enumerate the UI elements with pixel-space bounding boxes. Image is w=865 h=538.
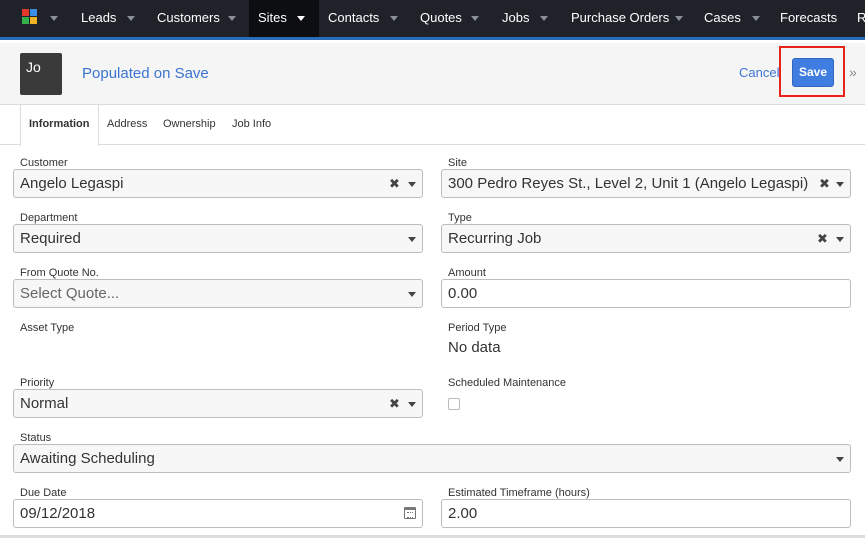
record-header: Jo Populated on Save Cancel Save » (0, 43, 865, 105)
due-date-input[interactable]: 09/12/2018 (13, 499, 423, 528)
period-type-label: Period Type (448, 322, 507, 334)
chevron-down-icon[interactable] (127, 16, 135, 21)
estimated-timeframe-value: 2.00 (448, 505, 478, 522)
status-value: Awaiting Scheduling (20, 450, 155, 467)
chevron-down-icon[interactable] (471, 16, 479, 21)
clear-icon[interactable]: ✖ (817, 170, 832, 197)
avatar: Jo (20, 53, 62, 95)
dropdown-arrow-icon[interactable] (836, 237, 844, 242)
from-quote-select[interactable]: Select Quote... (13, 279, 423, 308)
type-label: Type (448, 212, 472, 224)
scheduled-maintenance-checkbox[interactable] (448, 398, 460, 410)
nav-item-forecasts[interactable]: Forecasts (780, 0, 837, 37)
period-type-value: No data (448, 339, 501, 356)
save-button[interactable]: Save (792, 58, 834, 87)
clear-icon[interactable]: ✖ (389, 390, 400, 417)
tab-ownership[interactable]: Ownership (163, 105, 216, 145)
site-value: 300 Pedro Reyes St., Level 2, Unit 1 (An… (448, 175, 809, 192)
customer-label: Customer (20, 157, 68, 169)
site-label: Site (448, 157, 467, 169)
app-logo-icon[interactable] (22, 9, 38, 25)
amount-input[interactable]: 0.00 (441, 279, 851, 308)
dropdown-arrow-icon[interactable] (836, 457, 844, 462)
customer-select[interactable]: Angelo Legaspi ✖ (13, 169, 423, 198)
chevron-down-icon[interactable] (297, 16, 305, 21)
site-select[interactable]: 300 Pedro Reyes St., Level 2, Unit 1 (An… (441, 169, 851, 198)
chevron-down-icon[interactable] (540, 16, 548, 21)
from-quote-placeholder: Select Quote... (20, 285, 120, 302)
chevron-down-icon[interactable] (50, 16, 58, 21)
chevron-down-icon[interactable] (675, 16, 683, 21)
tab-information[interactable]: Information (20, 105, 99, 146)
nav-item-jobs[interactable]: Jobs (502, 0, 529, 37)
due-date-label: Due Date (20, 487, 67, 499)
department-value: Required (20, 230, 81, 247)
dropdown-arrow-icon[interactable] (408, 237, 416, 242)
nav-item-purchase-orders[interactable]: Purchase Orders (571, 0, 669, 37)
nav-item-leads[interactable]: Leads (81, 0, 116, 37)
amount-value: 0.00 (448, 285, 478, 302)
estimated-timeframe-label: Estimated Timeframe (hours) (448, 487, 590, 499)
chevron-down-icon[interactable] (228, 16, 236, 21)
dropdown-arrow-icon[interactable] (408, 402, 416, 407)
department-label: Department (20, 212, 78, 224)
tab-address[interactable]: Address (107, 105, 147, 145)
nav-item-contacts[interactable]: Contacts (328, 0, 379, 37)
type-value: Recurring Job (448, 230, 542, 247)
type-select[interactable]: Recurring Job ✖ (441, 224, 851, 253)
calendar-icon[interactable] (404, 507, 416, 519)
priority-value: Normal (20, 395, 69, 412)
priority-label: Priority (20, 377, 55, 389)
cancel-button[interactable]: Cancel (739, 65, 779, 80)
nav-item-sites[interactable]: Sites (249, 0, 319, 37)
chevron-down-icon[interactable] (390, 16, 398, 21)
asset-type-label: Asset Type (20, 322, 75, 334)
dropdown-arrow-icon[interactable] (408, 182, 416, 187)
nav-item-label: Sites (258, 10, 287, 25)
page-title: Populated on Save (82, 65, 209, 82)
tab-job-info[interactable]: Job Info (232, 105, 271, 145)
top-nav: Leads Customers Sites Contacts Quotes Jo… (0, 0, 865, 40)
estimated-timeframe-input[interactable]: 2.00 (441, 499, 851, 528)
clear-icon[interactable]: ✖ (389, 170, 400, 197)
nav-item-customers[interactable]: Customers (157, 0, 220, 37)
double-chevron-right-icon[interactable]: » (849, 64, 857, 80)
chevron-down-icon[interactable] (752, 16, 760, 21)
nav-item-cases[interactable]: Cases (704, 0, 741, 37)
status-label: Status (20, 432, 52, 444)
status-select[interactable]: Awaiting Scheduling (13, 444, 851, 473)
amount-label: Amount (448, 267, 486, 279)
tab-bar: Information Address Ownership Job Info (0, 105, 865, 146)
nav-item-quotes[interactable]: Quotes (420, 0, 462, 37)
due-date-value: 09/12/2018 (20, 505, 96, 522)
clear-icon[interactable]: ✖ (817, 225, 828, 252)
dropdown-arrow-icon[interactable] (836, 182, 844, 187)
department-select[interactable]: Required (13, 224, 423, 253)
customer-value: Angelo Legaspi (20, 175, 124, 192)
priority-select[interactable]: Normal ✖ (13, 389, 423, 418)
dropdown-arrow-icon[interactable] (408, 292, 416, 297)
from-quote-label: From Quote No. (20, 267, 99, 279)
scheduled-maintenance-label: Scheduled Maintenance (448, 377, 567, 389)
nav-item-overflow[interactable]: R (857, 0, 865, 37)
